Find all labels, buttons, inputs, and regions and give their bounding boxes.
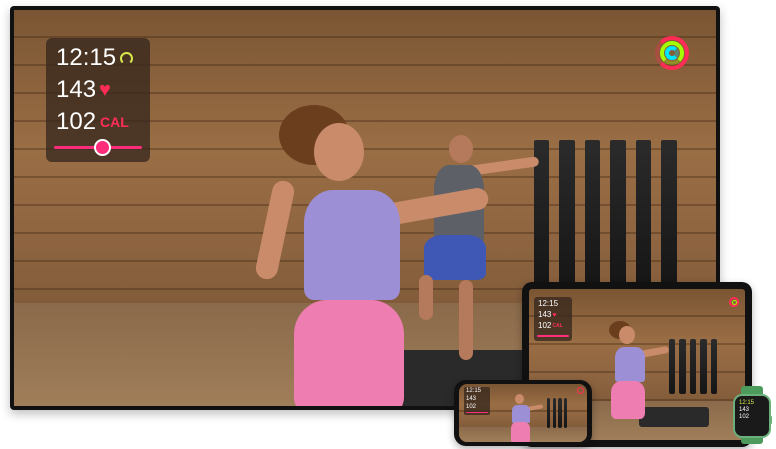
iphone-device: 12:15 143 102 [454,380,592,446]
heart-icon: ♥ [552,311,557,319]
elapsed-time: 12:15 [466,388,482,394]
elapsed-time: 12:15 [56,44,117,71]
watch-screen[interactable]: 12:15 143 102 [739,400,765,432]
calories: 102 [538,321,552,330]
watch-case: 12:15 143 102 [733,394,772,438]
timer-ring-icon [120,51,134,65]
watch-crown[interactable] [769,416,772,424]
iphone-workout-metrics: 12:15 143 102 [464,387,490,415]
rower-rack [669,339,739,394]
trainer-foreground [505,392,544,442]
iphone-workout-video[interactable]: 12:15 143 102 [459,384,587,442]
heart-rate: 143 [739,406,750,413]
workout-progress-bar[interactable] [466,412,488,413]
calories: 102 [56,108,97,135]
workout-progress-bar[interactable] [537,335,569,337]
heart-rate: 143 [466,396,477,402]
activity-rings-icon [577,387,584,394]
calories-unit: CAL [100,114,129,130]
calories-unit: CAL [552,322,563,329]
workout-metrics: 12:15 143 ♥ 102 CAL [46,38,150,162]
heart-rate: 143 [538,310,552,319]
ipad-workout-metrics: 12:15 143 ♥ 102 CAL [534,297,572,341]
elapsed-time: 12:15 [739,400,755,406]
calories: 102 [739,413,750,420]
activity-rings-icon [655,36,689,70]
trainer-foreground [244,105,504,406]
trainer-foreground [599,321,670,431]
heart-rate: 143 [56,76,97,103]
calories: 102 [466,404,477,410]
rower-rack [534,140,704,290]
activity-rings-icon [729,297,739,307]
rower-rack [547,398,585,428]
apple-watch: 12:15 143 102 [733,386,772,444]
workout-progress-icon[interactable] [94,139,111,156]
heart-icon: ♥ [99,79,111,101]
elapsed-time: 12:15 [538,299,559,308]
